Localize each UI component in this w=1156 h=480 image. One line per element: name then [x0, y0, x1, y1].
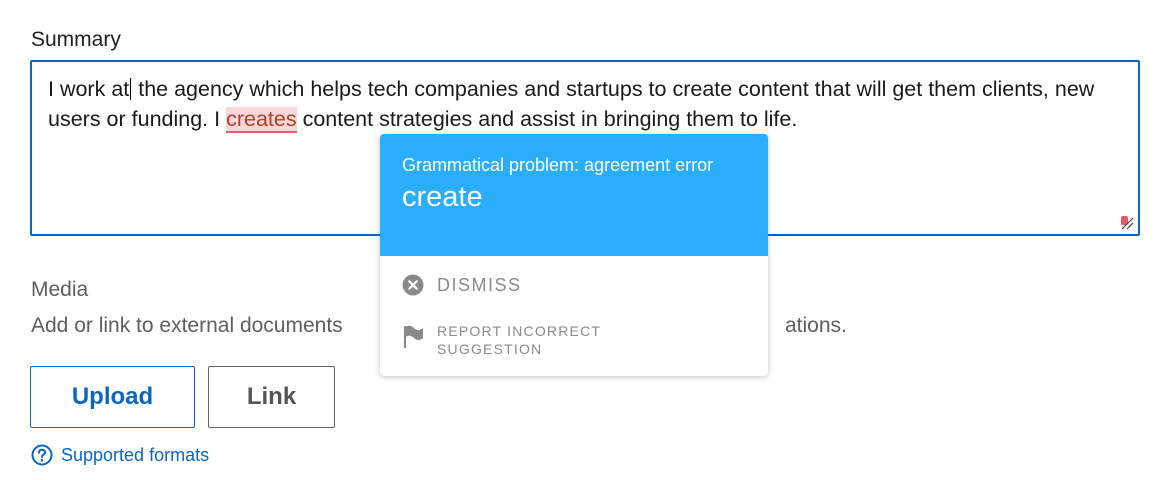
link-button[interactable]: Link	[208, 366, 335, 428]
media-description-end: ations.	[785, 314, 847, 337]
popup-header: Grammatical problem: agreement error cre…	[380, 134, 768, 256]
dismiss-label: DISMISS	[437, 274, 522, 295]
help-circle-icon	[31, 444, 53, 466]
upload-button[interactable]: Upload	[30, 366, 195, 428]
flagged-word[interactable]: creates	[226, 107, 297, 133]
summary-label: Summary	[31, 28, 121, 51]
supported-formats-link[interactable]: Supported formats	[31, 444, 209, 466]
media-description-start: Add or link to external documents	[31, 314, 343, 337]
close-circle-icon	[402, 274, 424, 296]
problem-title: Grammatical problem: agreement error	[402, 155, 714, 175]
media-label: Media	[31, 278, 89, 301]
resize-handle-icon[interactable]	[1120, 216, 1134, 230]
media-description: Add or link to external documents ations…	[31, 314, 1131, 338]
grammar-suggestion-popup: Grammatical problem: agreement error cre…	[380, 134, 768, 376]
supported-formats-label: Supported formats	[61, 444, 210, 465]
summary-text-after-flagged: content strategies and assist in bringin…	[296, 107, 798, 131]
suggestion-replacement[interactable]: create	[402, 181, 746, 214]
dismiss-button[interactable]: DISMISS	[402, 274, 522, 296]
summary-text-before-caret: I work at	[48, 77, 130, 101]
